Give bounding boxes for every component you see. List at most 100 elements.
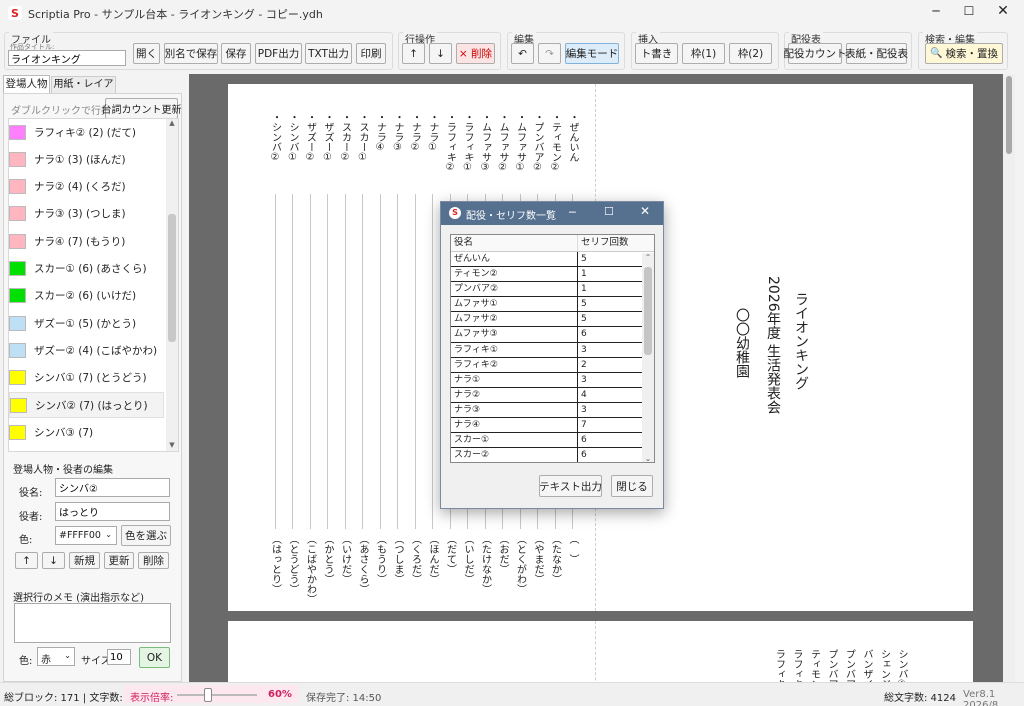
cast-column-name[interactable]: ・シンバ① (286, 112, 298, 163)
cover-cast-button[interactable]: 表紙・配役表 (845, 43, 908, 64)
cast-column-actor[interactable]: （あさくら） (356, 534, 368, 594)
open-button[interactable]: 開く (133, 43, 160, 64)
table-scroll-up-icon[interactable]: ⌃ (642, 253, 654, 265)
cast-down-button[interactable]: ↓ (42, 552, 65, 569)
table-row[interactable]: スカー① 6 (451, 433, 654, 449)
cast-column-name[interactable]: ・ティモン② (549, 112, 561, 173)
row-down-button[interactable]: ↓ (429, 43, 452, 64)
cast-list-item[interactable]: ザズー② (4) (こばやかわ) (9, 337, 164, 363)
cast-update-button[interactable]: 更新 (104, 552, 134, 569)
togaki-button[interactable]: ト書き (635, 43, 678, 64)
page2-column-name[interactable]: バンザイ (860, 649, 872, 682)
zoom-slider-thumb[interactable] (204, 688, 213, 702)
cast-column-name[interactable]: ・ムファサ① (514, 112, 526, 173)
search-replace-button[interactable]: 🔍 検索・置換 (925, 43, 1003, 64)
cast-scrollbar[interactable]: ▲ ▼ (166, 119, 178, 451)
page2-column-name[interactable]: シェンジ (878, 649, 890, 682)
save-button[interactable]: 保存 (221, 43, 251, 64)
table-row[interactable]: ムファサ① 5 (451, 297, 654, 313)
cast-list-item[interactable]: ナラ① (3) (ほんだ) (9, 146, 164, 172)
cast-column-actor[interactable]: （つしま） (391, 534, 403, 584)
cast-column-name[interactable]: ・ぜんいん (566, 112, 578, 162)
page2-column-name[interactable]: プンバア (843, 649, 855, 682)
scroll-down-icon[interactable]: ▼ (166, 441, 178, 451)
cast-count-button[interactable]: 配役カウント (784, 43, 847, 64)
dialog-close-icon[interactable]: ✕ (640, 204, 650, 218)
cast-column-actor[interactable]: （もうり） (374, 534, 386, 584)
table-row[interactable]: ラフィキ① 3 (451, 342, 654, 358)
pdf-export-button[interactable]: PDF出力 (255, 43, 302, 64)
cast-column-name[interactable]: ・ナラ③ (391, 112, 403, 153)
table-row[interactable]: ナラ① 3 (451, 372, 654, 388)
cast-list-item[interactable]: シンバ① (7) (とうどう) (9, 365, 164, 391)
cast-list-item[interactable]: ナラ④ (7) (もうり) (9, 228, 164, 254)
cast-column-actor[interactable]: （はっとり） (269, 534, 281, 594)
cast-column-actor[interactable]: （くろだ） (409, 534, 421, 584)
row-delete-button[interactable]: × 削除 (456, 43, 495, 64)
text-export-button[interactable]: テキスト出力 (539, 475, 602, 497)
close-icon[interactable]: ✕ (989, 3, 1017, 21)
editor-scroll-thumb[interactable] (1006, 76, 1012, 154)
frame2-button[interactable]: 枠(2) (729, 43, 772, 64)
tab-cast[interactable]: 登場人物 (3, 75, 50, 93)
recount-button[interactable]: 台詞カウント更新 (102, 98, 182, 119)
cast-list-item[interactable]: スカー② (6) (いけだ) (9, 283, 164, 309)
zoom-slider-track[interactable] (177, 694, 257, 696)
undo-button[interactable]: ↶ (511, 43, 534, 64)
dialog-maximize-icon[interactable]: ☐ (604, 205, 614, 218)
memo-textarea[interactable] (14, 603, 171, 643)
table-row[interactable]: ムファサ③ 6 (451, 327, 654, 343)
memo-size-input[interactable] (107, 649, 131, 665)
cast-column-name[interactable]: ・ラフィキ② (444, 112, 456, 173)
dialog-minimize-icon[interactable]: ─ (569, 206, 576, 219)
actor-input[interactable] (55, 502, 170, 521)
cast-column-name[interactable]: ・ラフィキ① (461, 112, 473, 173)
cast-column-actor[interactable]: （たなか） (549, 534, 561, 584)
page2-column-name[interactable]: ティモン (808, 649, 820, 682)
table-row[interactable]: ティモン② 1 (451, 267, 654, 283)
cast-column-name[interactable]: ・ザズー① (321, 112, 333, 163)
table-row[interactable]: ムファサ② 5 (451, 312, 654, 328)
editor-scrollbar[interactable] (1003, 74, 1015, 682)
cast-list-item[interactable]: ナラ③ (3) (つしま) (9, 201, 164, 227)
save-as-button[interactable]: 別名で保存 (164, 43, 218, 64)
cast-column-name[interactable]: ・ムファサ③ (479, 112, 491, 173)
table-scroll-down-icon[interactable]: ⌄ (642, 454, 654, 462)
txt-export-button[interactable]: TXT出力 (305, 43, 352, 64)
cast-column-actor[interactable]: （こばやかわ） (304, 534, 316, 604)
cast-list-item[interactable]: ザズー① (5) (かとう) (9, 310, 164, 336)
cast-column-actor[interactable]: （とくがわ） (514, 534, 526, 594)
memo-ok-button[interactable]: OK (139, 647, 170, 668)
cast-column-actor[interactable]: （おだ） (496, 534, 508, 574)
table-row[interactable]: ナラ② 4 (451, 387, 654, 403)
page2-column-name[interactable]: ラフィキ (773, 649, 785, 682)
cast-scroll-thumb[interactable] (168, 214, 176, 342)
row-up-button[interactable]: ↑ (402, 43, 425, 64)
cast-list-item[interactable]: スカー① (6) (あさくら) (9, 256, 164, 282)
cast-column-actor[interactable]: （とうどう） (286, 534, 298, 594)
table-row[interactable]: ナラ③ 3 (451, 402, 654, 419)
cast-column-actor[interactable]: （だて） (444, 534, 456, 574)
redo-button[interactable]: ↷ (538, 43, 561, 64)
table-row[interactable]: ラフィキ② 2 (451, 357, 654, 373)
work-title-input[interactable] (8, 50, 126, 66)
page2-column-name[interactable]: ラフィキ (790, 649, 802, 682)
cast-column-actor[interactable]: （いけだ） (339, 534, 351, 584)
cast-list-item[interactable]: ナラ② (4) (くろだ) (9, 174, 164, 200)
cast-column-actor[interactable]: （いしだ） (461, 534, 473, 584)
cast-column-name[interactable]: ・スカー② (339, 112, 351, 163)
cast-delete-button[interactable]: 削除 (138, 552, 169, 569)
cast-column-name[interactable]: ・ムファサ② (496, 112, 508, 173)
scroll-up-icon[interactable]: ▲ (166, 119, 178, 131)
cast-column-actor[interactable]: （やまだ） (531, 534, 543, 584)
cast-new-button[interactable]: 新規 (69, 552, 100, 569)
cast-column-name[interactable]: ・ザズー② (304, 112, 316, 163)
table-row[interactable]: ナラ④ 7 (451, 418, 654, 434)
cast-column-actor[interactable]: （ ） (566, 534, 578, 564)
table-scroll-thumb[interactable] (644, 267, 652, 355)
table-row[interactable]: プンバア② 1 (451, 282, 654, 298)
cast-list-item[interactable]: シンバ③ (7) (9, 419, 164, 445)
table-row[interactable]: ぜんいん 5 (451, 252, 654, 268)
tab-paper-layout[interactable]: 用紙・レイアウト (51, 76, 116, 106)
edit-mode-button[interactable]: 編集モード (565, 43, 619, 64)
